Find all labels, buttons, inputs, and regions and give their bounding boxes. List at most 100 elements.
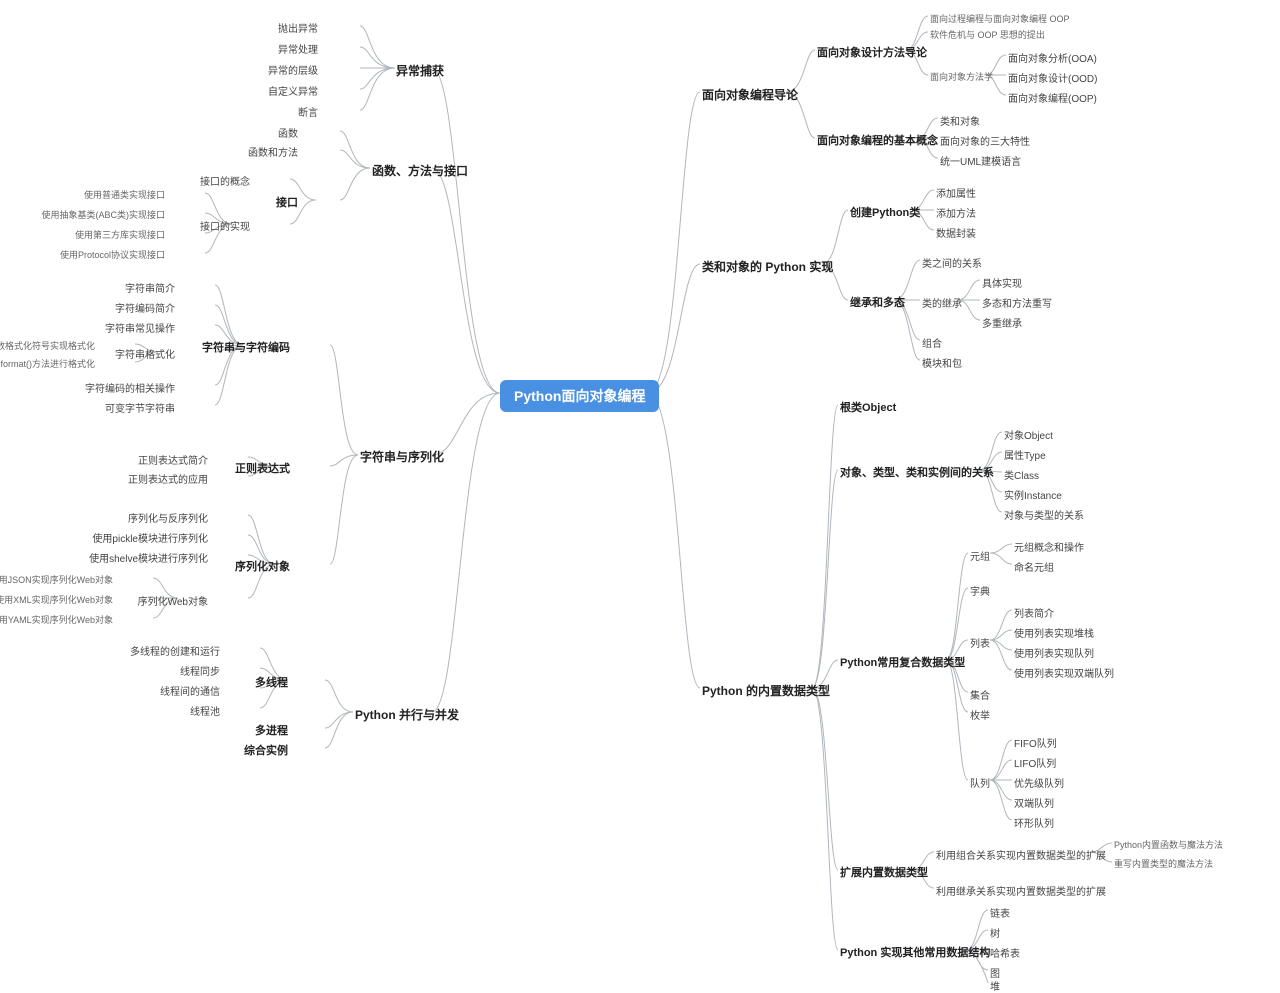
node-exception[interactable]: 异常捕获 <box>396 62 444 79</box>
node-leaf[interactable]: 属性Type <box>1004 447 1046 462</box>
node-leaf[interactable]: 使用第三方库实现接口 <box>75 228 165 241</box>
node-leaf[interactable]: 断言 <box>298 104 318 119</box>
node-design-intro[interactable]: 面向对象设计方法导论 <box>817 44 927 60</box>
node-leaf[interactable]: 类的继承 <box>922 295 962 310</box>
node-leaf[interactable]: 组合 <box>922 335 942 350</box>
node-leaf[interactable]: 添加方法 <box>936 205 976 220</box>
node-leaf[interactable]: 面向对象方法学 <box>930 70 993 83</box>
node-leaf[interactable]: 使用format()方法进行格式化 <box>0 357 95 370</box>
node-leaf[interactable]: 多态和方法重写 <box>982 295 1052 310</box>
node-leaf[interactable]: 命名元组 <box>1014 559 1054 574</box>
node-leaf[interactable]: 使用列表实现队列 <box>1014 645 1094 660</box>
node-concurrent[interactable]: Python 并行与并发 <box>355 706 459 723</box>
node-leaf[interactable]: 多线程的创建和运行 <box>130 643 220 658</box>
node-leaf[interactable]: 面向对象设计(OOD) <box>1008 70 1097 85</box>
node-leaf[interactable]: 使用shelve模块进行序列化 <box>89 550 208 565</box>
node-leaf[interactable]: 函数 <box>278 125 298 140</box>
node-leaf[interactable]: 异常的层级 <box>268 62 318 77</box>
node-basic-concept[interactable]: 面向对象编程的基本概念 <box>817 132 938 148</box>
node-leaf[interactable]: 利用组合关系实现内置数据类型的扩展 <box>936 847 1106 862</box>
node-extend[interactable]: 扩展内置数据类型 <box>840 864 928 880</box>
node-oop-intro[interactable]: 面向对象编程导论 <box>702 86 798 103</box>
node-leaf[interactable]: 列表简介 <box>1014 605 1054 620</box>
node-leaf[interactable]: 实例Instance <box>1004 487 1062 502</box>
node-func[interactable]: 函数、方法与接口 <box>372 162 468 179</box>
node-leaf[interactable]: 哈希表 <box>990 945 1020 960</box>
node-leaf[interactable]: 线程间的通信 <box>160 683 220 698</box>
node-leaf[interactable]: 集合 <box>970 687 990 702</box>
node-leaf[interactable]: 环形队列 <box>1014 815 1054 830</box>
node-leaf[interactable]: 链表 <box>990 905 1010 920</box>
node-leaf[interactable]: 堆 <box>990 978 1000 993</box>
node-multiprocess[interactable]: 多进程 <box>255 722 288 738</box>
node-leaf[interactable]: 双端队列 <box>1014 795 1054 810</box>
node-string-serial[interactable]: 字符串与序列化 <box>360 448 444 465</box>
node-leaf[interactable]: 列表 <box>970 635 990 650</box>
node-root-object[interactable]: 根类Object <box>840 399 896 415</box>
node-leaf[interactable]: 多重继承 <box>982 315 1022 330</box>
node-leaf[interactable]: 可变字节字符串 <box>105 400 175 415</box>
node-leaf[interactable]: 字符串简介 <box>125 280 175 295</box>
node-leaf[interactable]: 使用列表实现双端队列 <box>1014 665 1114 680</box>
node-leaf[interactable]: 字符编码的相关操作 <box>85 380 175 395</box>
node-leaf[interactable]: 使用Print函数格式化符号实现格式化 <box>0 339 95 352</box>
node-leaf[interactable]: 接口的实现 <box>200 218 250 233</box>
node-leaf[interactable]: 使用pickle模块进行序列化 <box>92 530 208 545</box>
node-class-impl[interactable]: 类和对象的 Python 实现 <box>702 258 833 275</box>
node-leaf[interactable]: LIFO队列 <box>1014 755 1056 770</box>
node-leaf[interactable]: 类Class <box>1004 467 1039 482</box>
node-leaf[interactable]: Python内置函数与魔法方法 <box>1114 838 1223 851</box>
node-leaf[interactable]: 面向对象分析(OOA) <box>1008 50 1097 65</box>
node-leaf[interactable]: 函数和方法 <box>248 144 298 159</box>
node-leaf[interactable]: 使用列表实现堆栈 <box>1014 625 1094 640</box>
node-leaf[interactable]: 面向对象的三大特性 <box>940 133 1030 148</box>
node-leaf[interactable]: 面向过程编程与面向对象编程 OOP <box>930 12 1070 25</box>
node-leaf[interactable]: 类和对象 <box>940 113 980 128</box>
node-leaf[interactable]: 字符串格式化 <box>115 346 175 361</box>
node-leaf[interactable]: 使用JSON实现序列化Web对象 <box>0 573 113 586</box>
node-leaf[interactable]: 正则表达式的应用 <box>128 471 208 486</box>
node-leaf[interactable]: 对象Object <box>1004 427 1053 442</box>
node-leaf[interactable]: 数据封装 <box>936 225 976 240</box>
node-obj-rel[interactable]: 对象、类型、类和实例间的关系 <box>840 464 994 480</box>
node-leaf[interactable]: 接口的概念 <box>200 173 250 188</box>
node-interface[interactable]: 接口 <box>276 194 298 210</box>
node-leaf[interactable]: 字符串常见操作 <box>105 320 175 335</box>
node-leaf[interactable]: 字符编码简介 <box>115 300 175 315</box>
node-leaf[interactable]: 线程同步 <box>180 663 220 678</box>
node-other-ds[interactable]: Python 实现其他常用数据结构 <box>840 944 990 960</box>
root-node[interactable]: Python面向对象编程 <box>500 380 659 412</box>
node-leaf[interactable]: 使用Protocol协议实现接口 <box>60 248 165 261</box>
node-leaf[interactable]: 使用YAML实现序列化Web对象 <box>0 613 113 626</box>
node-leaf[interactable]: 正则表达式简介 <box>138 452 208 467</box>
node-common[interactable]: Python常用复合数据类型 <box>840 654 965 670</box>
node-leaf[interactable]: 利用继承关系实现内置数据类型的扩展 <box>936 883 1106 898</box>
node-leaf[interactable]: 字典 <box>970 583 990 598</box>
node-leaf[interactable]: 线程池 <box>190 703 220 718</box>
node-leaf[interactable]: 异常处理 <box>278 41 318 56</box>
node-leaf[interactable]: 重写内置类型的魔法方法 <box>1114 857 1213 870</box>
node-leaf[interactable]: 序列化Web对象 <box>138 593 208 608</box>
node-leaf[interactable]: 序列化与反序列化 <box>128 510 208 525</box>
node-leaf[interactable]: 树 <box>990 925 1000 940</box>
node-leaf[interactable]: 类之间的关系 <box>922 255 982 270</box>
node-leaf[interactable]: 统一UML建模语言 <box>940 153 1021 168</box>
node-leaf[interactable]: 添加属性 <box>936 185 976 200</box>
node-builtin[interactable]: Python 的内置数据类型 <box>702 682 830 699</box>
node-leaf[interactable]: 面向对象编程(OOP) <box>1008 90 1097 105</box>
node-leaf[interactable]: 元组概念和操作 <box>1014 539 1084 554</box>
node-leaf[interactable]: 元组 <box>970 548 990 563</box>
node-leaf[interactable]: FIFO队列 <box>1014 735 1057 750</box>
node-leaf[interactable]: 具体实现 <box>982 275 1022 290</box>
node-leaf[interactable]: 队列 <box>970 775 990 790</box>
node-leaf[interactable]: 自定义异常 <box>268 83 318 98</box>
node-multithread[interactable]: 多线程 <box>255 674 288 690</box>
node-leaf[interactable]: 使用XML实现序列化Web对象 <box>0 593 113 606</box>
node-leaf[interactable]: 优先级队列 <box>1014 775 1064 790</box>
node-leaf[interactable]: 枚举 <box>970 707 990 722</box>
node-leaf[interactable]: 使用抽象基类(ABC类)实现接口 <box>41 208 165 221</box>
node-example[interactable]: 综合实例 <box>244 742 288 758</box>
node-serialize[interactable]: 序列化对象 <box>235 558 290 574</box>
node-leaf[interactable]: 使用普通类实现接口 <box>84 188 165 201</box>
node-leaf[interactable]: 对象与类型的关系 <box>1004 507 1084 522</box>
